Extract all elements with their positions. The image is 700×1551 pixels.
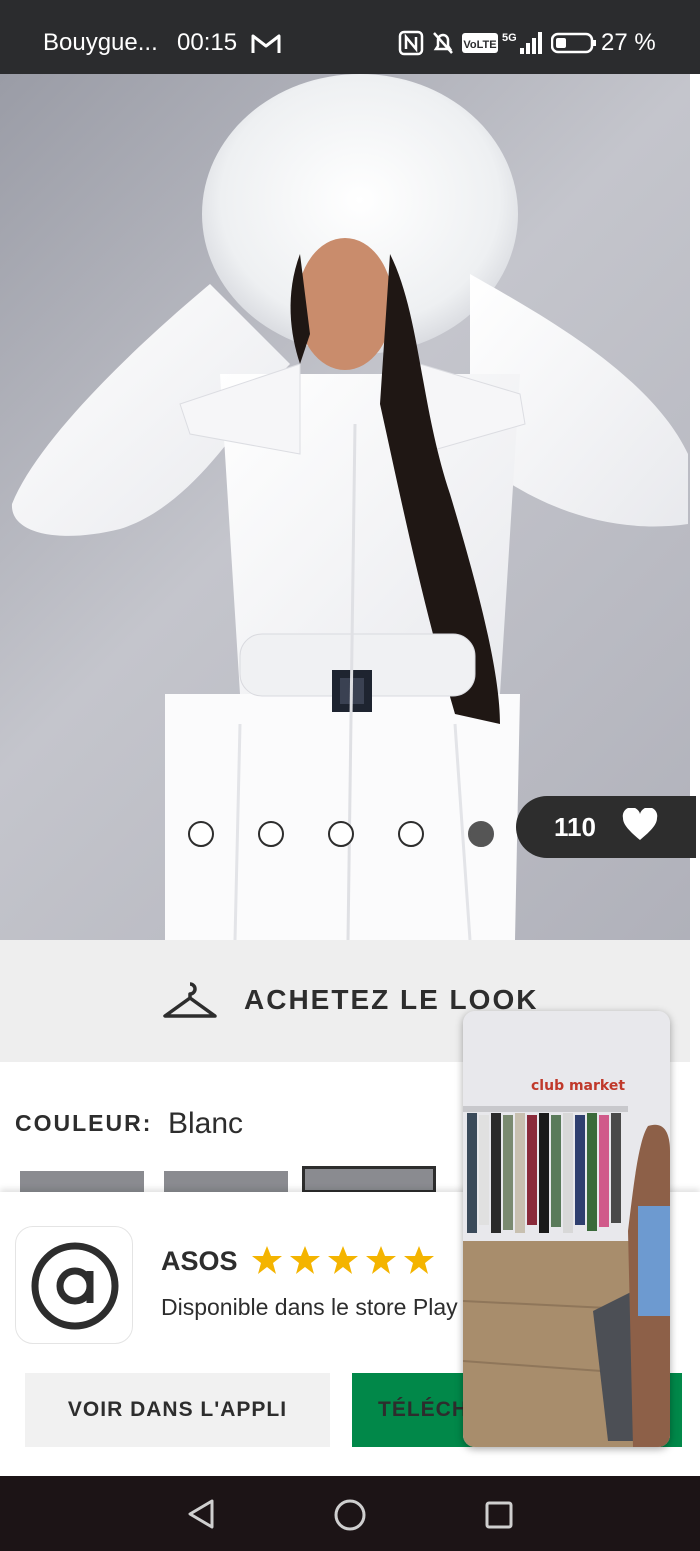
carousel-dot-3[interactable]: [328, 821, 354, 847]
status-bar: Bouygue... 00:15 VoLTE 5G 27 %: [0, 0, 700, 74]
rating-stars: [252, 1246, 434, 1274]
network-type-label: 5G: [502, 32, 517, 44]
back-icon[interactable]: [186, 1498, 216, 1530]
star-icon: [252, 1246, 282, 1274]
home-icon[interactable]: [333, 1498, 367, 1532]
volte-label: VoLTE: [463, 39, 496, 51]
carousel-dot-1[interactable]: [188, 821, 214, 847]
carousel-dot-5[interactable]: [468, 821, 494, 847]
carousel-dot-4[interactable]: [398, 821, 424, 847]
carrier-name: Bouygue...: [43, 29, 158, 56]
gmail-icon: [251, 34, 281, 53]
star-icon: [328, 1246, 358, 1274]
system-navigation-bar: [0, 1476, 700, 1551]
volte-icon: VoLTE: [462, 33, 498, 53]
star-icon: [366, 1246, 396, 1274]
clock: 00:15: [177, 29, 238, 56]
star-icon: [404, 1246, 434, 1274]
nfc-icon: [398, 30, 424, 56]
save-to-wishlist-button[interactable]: 110: [516, 796, 696, 858]
heart-icon: [622, 808, 658, 840]
open-in-app-button[interactable]: VOIR DANS L'APPLI: [25, 1373, 330, 1447]
asos-logo-icon: [31, 1242, 119, 1330]
video-store-logo: club market: [531, 1078, 626, 1094]
hanger-icon: [163, 982, 217, 1018]
video-frame: [463, 1011, 670, 1447]
colour-swatch-2[interactable]: [164, 1171, 288, 1193]
app-availability-text: Disponible dans le store Play: [161, 1294, 458, 1320]
recents-icon[interactable]: [484, 1500, 514, 1530]
colour-label: COULEUR:: [15, 1110, 153, 1136]
likes-count: 110: [554, 812, 596, 842]
app-name: ASOS: [161, 1246, 238, 1276]
battery-percent: 27 %: [601, 29, 656, 56]
colour-swatch-1[interactable]: [20, 1171, 144, 1193]
colour-value: Blanc: [168, 1107, 244, 1140]
mute-icon: [433, 32, 453, 54]
carousel-dot-2[interactable]: [258, 821, 284, 847]
battery-icon: [551, 32, 596, 54]
5g-signal-icon: 5G: [502, 32, 542, 54]
asos-app-icon: [15, 1226, 133, 1344]
star-icon: [290, 1246, 320, 1274]
floating-video-player[interactable]: club market: [463, 1011, 670, 1447]
colour-swatch-3[interactable]: [302, 1166, 436, 1193]
